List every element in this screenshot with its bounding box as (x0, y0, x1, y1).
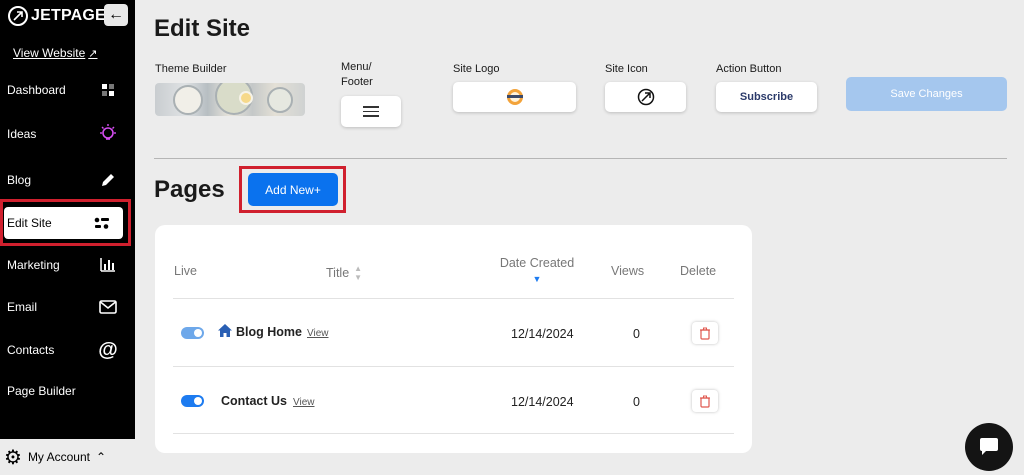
divider (154, 158, 1007, 159)
sidebar-item-blog[interactable]: Blog (0, 164, 135, 196)
view-page-link[interactable]: View (307, 328, 329, 339)
sidebar-item-label: Edit Site (7, 216, 52, 230)
home-icon (217, 323, 233, 342)
brand-name: JETPAGE (31, 7, 106, 24)
theme-builder-label: Theme Builder (155, 63, 227, 75)
list-icon (363, 106, 379, 117)
site-icon-button[interactable] (605, 82, 686, 112)
view-website-label: View Website (13, 46, 86, 60)
column-header-title-label: Title (326, 266, 350, 280)
chat-bubble-icon (980, 438, 998, 455)
delete-page-button[interactable] (692, 322, 718, 344)
sidebar: JETPAGE ← View Website ↗ Dashboard Ideas… (0, 0, 135, 475)
sidebar-item-email[interactable]: Email (0, 291, 135, 323)
sidebar-item-dashboard[interactable]: Dashboard (0, 74, 135, 106)
lightbulb-icon (97, 123, 119, 145)
site-logo-image-icon (506, 89, 523, 105)
live-toggle[interactable] (181, 327, 204, 339)
sidebar-item-label: Blog (7, 173, 32, 187)
at-icon: @ (98, 338, 118, 361)
views-cell: 0 (633, 395, 640, 409)
chevron-up-icon: ⌃ (95, 450, 107, 464)
page-title-cell: Contact Us (221, 394, 287, 408)
external-link-icon: ↗ (88, 47, 98, 60)
sidebar-item-label: Page Builder (7, 384, 76, 398)
gear-icon: ⚙ (4, 446, 22, 469)
action-button-label: Action Button (716, 63, 782, 75)
sidebar-item-ideas[interactable]: Ideas (0, 118, 135, 150)
column-header-date-created[interactable]: Date Created ▼ (497, 256, 577, 284)
row-divider (173, 366, 734, 367)
pages-table: Live Title ▲ ▼ Date Created ▼ Views Delet… (155, 225, 752, 453)
delete-page-button[interactable] (692, 390, 718, 412)
my-account-button[interactable]: ⚙ My Account ⌃ (0, 439, 135, 475)
date-created-cell: 12/14/2024 (511, 395, 574, 409)
sort-desc-icon: ▼ (532, 274, 542, 284)
live-toggle[interactable] (181, 395, 204, 407)
pages-title: Pages (154, 176, 225, 203)
row-divider (173, 433, 734, 434)
action-button-value: Subscribe (739, 91, 794, 103)
chat-button[interactable] (965, 423, 1013, 471)
sidebar-item-page-builder[interactable]: Page Builder (0, 375, 135, 407)
sidebar-item-marketing[interactable]: Marketing (0, 249, 135, 281)
layout-icon (91, 212, 113, 234)
page-title: Edit Site (154, 15, 251, 42)
view-page-link[interactable]: View (293, 397, 315, 408)
page-title-cell: Blog Home (236, 325, 302, 339)
row-divider (173, 298, 734, 299)
arrow-left-icon: ← (108, 6, 124, 23)
view-website-link[interactable]: View Website ↗ (13, 46, 97, 60)
sidebar-item-label: Ideas (7, 127, 37, 141)
column-header-date-label: Date Created (499, 256, 575, 270)
sidebar-item-label: Email (7, 300, 38, 314)
sidebar-item-label: Dashboard (7, 83, 66, 97)
grid-icon (97, 79, 119, 101)
envelope-icon (97, 296, 119, 318)
column-header-views: Views (611, 264, 645, 278)
add-new-page-button[interactable]: Add New+ (248, 173, 338, 206)
column-header-live: Live (174, 264, 197, 278)
bar-chart-icon (97, 254, 119, 276)
pencil-icon (97, 169, 119, 191)
sidebar-item-label: Contacts (7, 343, 55, 357)
jetpage-logo-icon (8, 6, 28, 26)
action-button-field[interactable]: Subscribe (716, 82, 817, 112)
site-icon-image-icon (637, 88, 654, 106)
my-account-label: My Account (27, 450, 90, 464)
trash-icon (700, 395, 710, 408)
sidebar-item-label: Marketing (7, 258, 60, 272)
sidebar-item-contacts[interactable]: Contacts @ (0, 334, 135, 366)
date-created-cell: 12/14/2024 (511, 327, 574, 341)
column-header-title[interactable]: Title ▲ ▼ (326, 264, 362, 282)
views-cell: 0 (633, 327, 640, 341)
site-icon-label: Site Icon (605, 63, 648, 75)
collapse-sidebar-button[interactable]: ← (104, 4, 128, 26)
column-header-delete: Delete (680, 264, 717, 278)
save-changes-button[interactable]: Save Changes (846, 77, 1007, 111)
site-logo-button[interactable] (453, 82, 576, 112)
theme-builder-thumbnail[interactable] (155, 83, 305, 116)
menu-footer-button[interactable] (341, 96, 401, 127)
site-logo-label: Site Logo (453, 63, 500, 75)
menu-footer-label: Menu/ Footer (341, 61, 373, 88)
sort-icon: ▲ ▼ (354, 264, 363, 282)
brand: JETPAGE ← (8, 4, 130, 28)
trash-icon (700, 327, 710, 340)
sidebar-item-edit-site[interactable]: Edit Site (4, 207, 123, 239)
